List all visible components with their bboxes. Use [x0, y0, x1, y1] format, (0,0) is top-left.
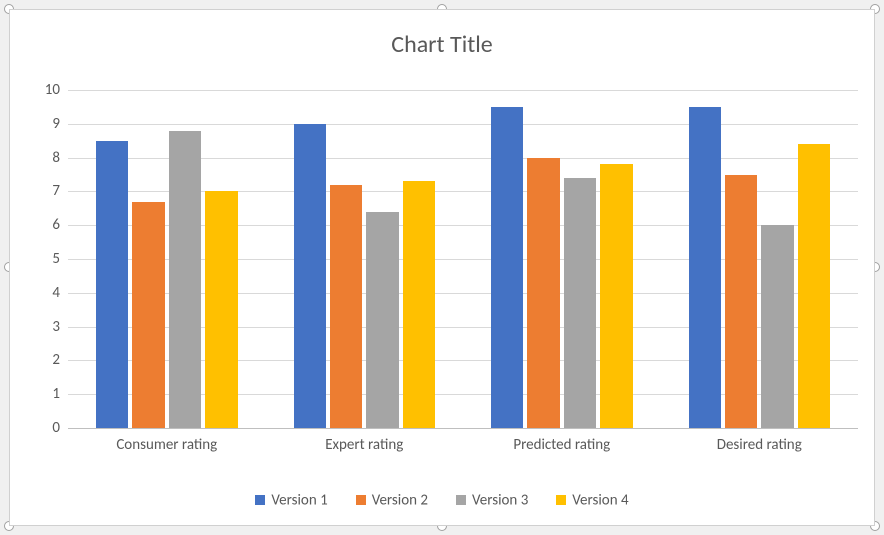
y-axis-tick-label: 6: [30, 216, 60, 234]
y-axis-tick-label: 5: [30, 250, 60, 268]
bar-series-1[interactable]: [96, 141, 128, 428]
chart-legend[interactable]: Version 1 Version 2 Version 3 Version 4: [10, 491, 874, 509]
bar-series-4[interactable]: [798, 144, 830, 428]
y-axis-tick-label: 0: [30, 419, 60, 437]
legend-swatch: [356, 495, 366, 505]
y-axis-tick-label: 7: [30, 182, 60, 200]
gridline: [68, 90, 858, 91]
legend-item[interactable]: Version 2: [356, 491, 428, 509]
y-axis-tick-label: 10: [30, 81, 60, 99]
bar-series-3[interactable]: [366, 212, 398, 428]
gridline: [68, 428, 858, 429]
bar-series-3[interactable]: [761, 225, 793, 428]
y-axis-tick-label: 1: [30, 385, 60, 403]
gridline: [68, 124, 858, 125]
bar-series-1[interactable]: [491, 107, 523, 428]
legend-label: Version 2: [372, 491, 428, 509]
bar-series-2[interactable]: [527, 158, 559, 428]
bar-series-4[interactable]: [403, 181, 435, 428]
bar-series-3[interactable]: [564, 178, 596, 428]
bar-series-1[interactable]: [294, 124, 326, 428]
chart-title[interactable]: Chart Title: [10, 30, 874, 59]
bar-series-2[interactable]: [725, 175, 757, 429]
bar-series-2[interactable]: [132, 202, 164, 428]
x-axis-category-label: Predicted rating: [463, 436, 661, 454]
bar-series-1[interactable]: [689, 107, 721, 428]
legend-label: Version 3: [472, 491, 528, 509]
bar-series-2[interactable]: [330, 185, 362, 428]
legend-item[interactable]: Version 3: [456, 491, 528, 509]
x-axis-category-label: Desired rating: [661, 436, 859, 454]
legend-swatch: [556, 495, 566, 505]
bar-series-3[interactable]: [169, 131, 201, 428]
plot-area[interactable]: 012345678910Consumer ratingExpert rating…: [68, 90, 858, 428]
x-axis-category-label: Consumer rating: [68, 436, 266, 454]
bar-series-4[interactable]: [205, 191, 237, 428]
bar-series-4[interactable]: [600, 164, 632, 428]
y-axis-tick-label: 4: [30, 284, 60, 302]
legend-item[interactable]: Version 4: [556, 491, 628, 509]
legend-label: Version 4: [572, 491, 628, 509]
y-axis-tick-label: 8: [30, 149, 60, 167]
y-axis-tick-label: 2: [30, 351, 60, 369]
legend-swatch: [456, 495, 466, 505]
legend-swatch: [255, 495, 265, 505]
y-axis-tick-label: 3: [30, 318, 60, 336]
legend-label: Version 1: [271, 491, 327, 509]
x-axis-category-label: Expert rating: [266, 436, 464, 454]
legend-item[interactable]: Version 1: [255, 491, 327, 509]
chart-object[interactable]: Chart Title 012345678910Consumer ratingE…: [9, 9, 875, 526]
y-axis-tick-label: 9: [30, 115, 60, 133]
